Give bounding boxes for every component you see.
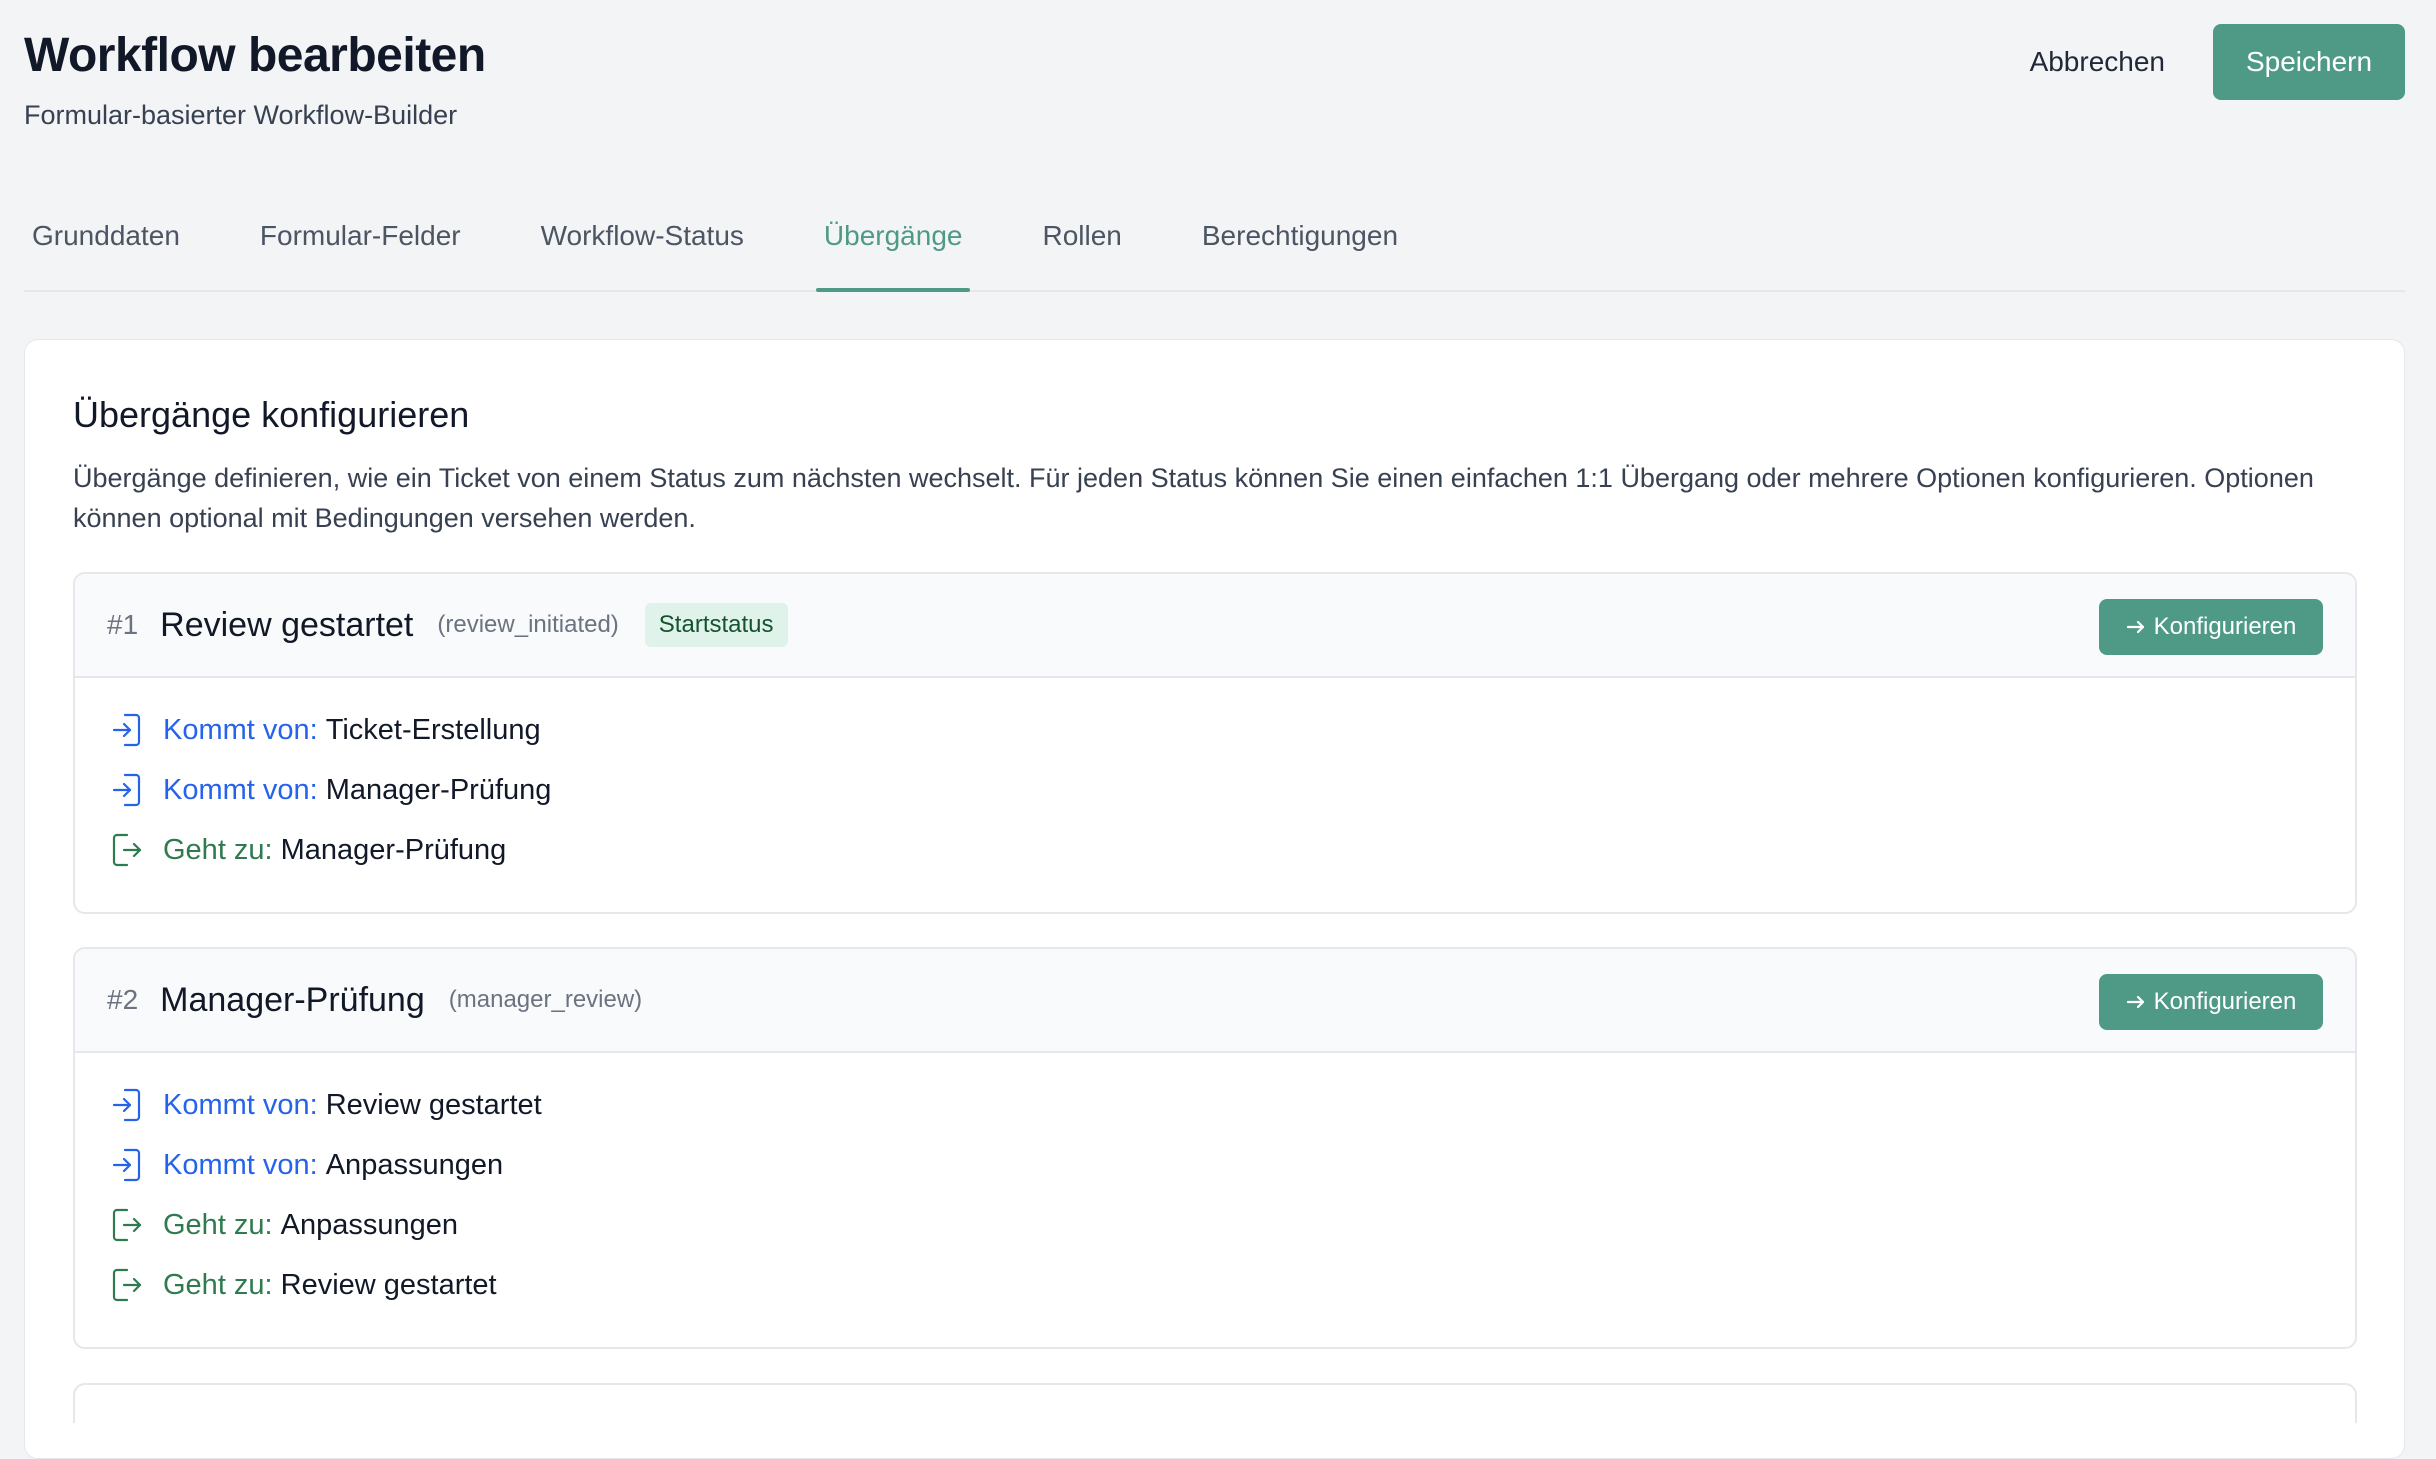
transition-card: #1 Review gestartet (review_initiated) St…	[73, 572, 2357, 914]
logout-icon	[109, 1205, 145, 1245]
tab-uebergaenge[interactable]: Übergänge	[815, 220, 971, 292]
page-subtitle: Formular-basierter Workflow-Builder	[24, 100, 458, 130]
incoming-row: Kommt von: Ticket-Erstellung	[109, 708, 2321, 752]
transition-name: Review gestartet	[160, 605, 414, 644]
outgoing-label: Geht zu:	[163, 833, 273, 866]
tab-rollen[interactable]: Rollen	[1034, 220, 1129, 290]
outgoing-row: Geht zu: Manager-Prüfung	[109, 828, 2321, 872]
transition-key: (review_initiated)	[437, 611, 619, 638]
page-title: Workflow bearbeiten	[24, 29, 486, 82]
incoming-label: Kommt von:	[163, 1088, 318, 1121]
incoming-row: Kommt von: Review gestartet	[109, 1083, 2321, 1127]
login-icon	[109, 1085, 145, 1125]
incoming-value: Manager-Prüfung	[325, 773, 552, 806]
status-badge: Startstatus	[644, 603, 788, 647]
page-header: Workflow bearbeiten Formular-basierter W…	[24, 0, 2405, 165]
incoming-label: Kommt von:	[163, 773, 318, 806]
logout-icon	[109, 830, 145, 870]
outgoing-label: Geht zu:	[163, 1208, 273, 1241]
incoming-value: Anpassungen	[325, 1148, 504, 1181]
outgoing-label: Geht zu:	[163, 1268, 273, 1301]
arrow-right-icon	[2126, 994, 2146, 1010]
transition-name: Manager-Prüfung	[160, 980, 425, 1019]
configure-button[interactable]: Konfigurieren	[2099, 974, 2323, 1030]
tab-formular-felder[interactable]: Formular-Felder	[252, 220, 469, 290]
configure-button[interactable]: Konfigurieren	[2099, 599, 2323, 655]
tab-workflow-status[interactable]: Workflow-Status	[533, 220, 752, 290]
cancel-button[interactable]: Abbrechen	[2006, 26, 2189, 98]
login-icon	[109, 770, 145, 810]
incoming-row: Kommt von: Anpassungen	[109, 1143, 2321, 1187]
arrow-right-icon	[2126, 619, 2146, 635]
card-description: Übergänge definieren, wie ein Ticket von…	[73, 463, 2314, 533]
incoming-row: Kommt von: Manager-Prüfung	[109, 768, 2321, 812]
outgoing-value: Anpassungen	[280, 1208, 458, 1241]
configure-label: Konfigurieren	[2153, 613, 2297, 640]
transition-number: #1	[107, 609, 139, 640]
transition-card-partial	[73, 1383, 2357, 1423]
incoming-value: Review gestartet	[325, 1088, 542, 1121]
incoming-value: Ticket-Erstellung	[325, 713, 541, 746]
transition-card: #2 Manager-Prüfung (manager_review) Konf…	[73, 947, 2357, 1349]
transition-key: (manager_review)	[448, 986, 643, 1013]
incoming-label: Kommt von:	[163, 713, 318, 746]
tab-bar: Grunddaten Formular-Felder Workflow-Stat…	[24, 165, 2405, 292]
logout-icon	[109, 1265, 145, 1305]
transition-body: Kommt von: Review gestartet Kommt von: A…	[75, 1053, 2355, 1347]
login-icon	[109, 1145, 145, 1185]
configure-label: Konfigurieren	[2153, 988, 2297, 1015]
transitions-list: #1 Review gestartet (review_initiated) St…	[73, 572, 2357, 1349]
outgoing-value: Review gestartet	[280, 1268, 497, 1301]
transitions-card: Übergänge konfigurieren Übergänge defini…	[24, 339, 2405, 1459]
header-actions: Abbrechen Speichern	[2006, 24, 2405, 100]
transition-header: #1 Review gestartet (review_initiated) St…	[75, 574, 2355, 678]
save-button[interactable]: Speichern	[2213, 24, 2405, 100]
outgoing-row: Geht zu: Review gestartet	[109, 1263, 2321, 1307]
transition-number: #2	[107, 984, 139, 1015]
transition-header: #2 Manager-Prüfung (manager_review) Konf…	[75, 949, 2355, 1053]
transition-body: Kommt von: Ticket-Erstellung Kommt von: …	[75, 678, 2355, 912]
tab-berechtigungen[interactable]: Berechtigungen	[1194, 220, 1406, 290]
card-title: Übergänge konfigurieren	[73, 394, 470, 435]
login-icon	[109, 710, 145, 750]
tab-grunddaten[interactable]: Grunddaten	[24, 220, 188, 290]
outgoing-value: Manager-Prüfung	[280, 833, 507, 866]
incoming-label: Kommt von:	[163, 1148, 318, 1181]
outgoing-row: Geht zu: Anpassungen	[109, 1203, 2321, 1247]
